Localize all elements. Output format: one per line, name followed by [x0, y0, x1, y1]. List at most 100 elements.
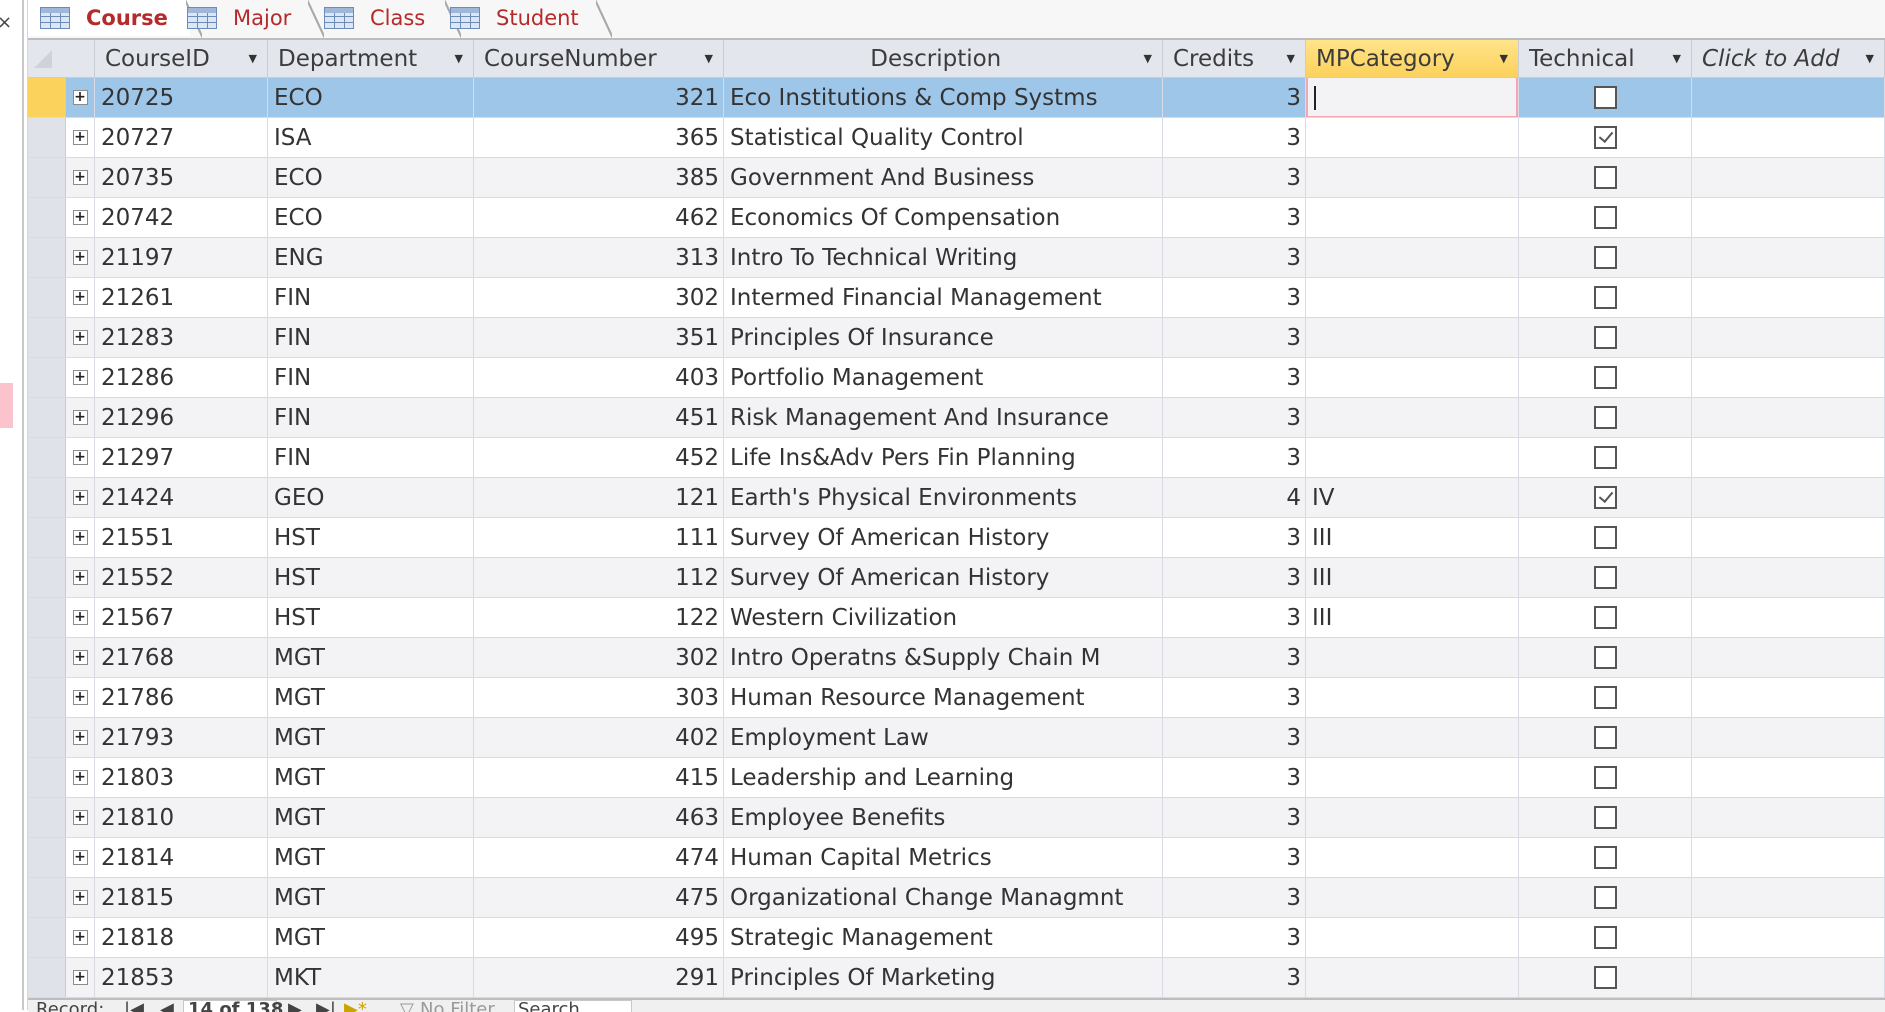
table-row[interactable]: +21551 HST 111 Survey Of American History 3 I…	[28, 518, 1885, 558]
cell-course-number[interactable]: 112	[474, 558, 724, 597]
cell-course-number[interactable]: 403	[474, 358, 724, 397]
cell-mp-category[interactable]: IV	[1306, 478, 1519, 517]
expand-subdatasheet[interactable]: +	[66, 118, 95, 157]
cell-course-id[interactable]: 21768	[95, 638, 268, 677]
table-row[interactable]: +21424 GEO 121 Earth's Physical Environment…	[28, 478, 1885, 518]
record-selector[interactable]	[28, 318, 66, 357]
plus-icon[interactable]: +	[72, 890, 88, 905]
record-selector[interactable]	[28, 118, 66, 157]
cell-course-number[interactable]: 365	[474, 118, 724, 157]
cell-mp-category[interactable]	[1306, 238, 1519, 277]
cell-department[interactable]: MGT	[268, 918, 474, 957]
cell-course-id[interactable]: 21815	[95, 878, 268, 917]
cell-description[interactable]: Statistical Quality Control	[724, 118, 1163, 157]
cell-description[interactable]: Intermed Financial Management	[724, 278, 1163, 317]
cell-course-id[interactable]: 20727	[95, 118, 268, 157]
table-row[interactable]: +21197 ENG 313 Intro To Technical Writing 3	[28, 238, 1885, 278]
cell-mp-category[interactable]	[1306, 358, 1519, 397]
cell-technical[interactable]	[1519, 798, 1692, 837]
table-row[interactable]: +21286 FIN 403 Portfolio Management 3	[28, 358, 1885, 398]
cell-credits[interactable]: 3	[1163, 398, 1306, 437]
cell-technical[interactable]	[1519, 638, 1692, 677]
cell-credits[interactable]: 3	[1163, 758, 1306, 797]
table-row[interactable]: +20735 ECO 385 Government And Business 3	[28, 158, 1885, 198]
cell-technical[interactable]	[1519, 118, 1692, 157]
cell-course-number[interactable]: 462	[474, 198, 724, 237]
expand-subdatasheet[interactable]: +	[66, 438, 95, 477]
table-row[interactable]: +20725 ECO 321 Eco Institutions & Comp Syst…	[28, 78, 1885, 118]
cell-add[interactable]	[1692, 398, 1885, 437]
tab-course[interactable]: Course	[28, 0, 202, 38]
plus-icon[interactable]: +	[72, 530, 88, 545]
cell-mp-category[interactable]	[1306, 718, 1519, 757]
cell-add[interactable]	[1692, 318, 1885, 357]
cell-course-id[interactable]: 21567	[95, 598, 268, 637]
cell-course-number[interactable]: 474	[474, 838, 724, 877]
table-row[interactable]: +21296 FIN 451 Risk Management And Insuranc…	[28, 398, 1885, 438]
expand-subdatasheet[interactable]: +	[66, 158, 95, 197]
cell-technical[interactable]	[1519, 878, 1692, 917]
record-selector[interactable]	[28, 398, 66, 437]
cell-course-number[interactable]: 351	[474, 318, 724, 357]
cell-course-number[interactable]: 385	[474, 158, 724, 197]
cell-technical[interactable]	[1519, 198, 1692, 237]
cell-department[interactable]: ENG	[268, 238, 474, 277]
technical-checkbox[interactable]	[1593, 166, 1617, 189]
cell-description[interactable]: Employee Benefits	[724, 798, 1163, 837]
cell-department[interactable]: MGT	[268, 798, 474, 837]
table-row[interactable]: +21786 MGT 303 Human Resource Management 3	[28, 678, 1885, 718]
table-row[interactable]: +21810 MGT 463 Employee Benefits 3	[28, 798, 1885, 838]
cell-course-id[interactable]: 20735	[95, 158, 268, 197]
table-row[interactable]: +21818 MGT 495 Strategic Management 3	[28, 918, 1885, 958]
close-icon[interactable]: ×	[0, 12, 12, 33]
cell-course-id[interactable]: 21793	[95, 718, 268, 757]
column-header-credits[interactable]: Credits ▼	[1163, 40, 1306, 78]
previous-record-button[interactable]: ◀	[160, 1000, 174, 1012]
cell-course-id[interactable]: 21296	[95, 398, 268, 437]
table-row[interactable]: +21567 HST 122 Western Civilization 3 III	[28, 598, 1885, 638]
cell-department[interactable]: GEO	[268, 478, 474, 517]
cell-credits[interactable]: 3	[1163, 78, 1306, 117]
no-filter-button[interactable]: No Filter	[420, 1000, 495, 1012]
cell-description[interactable]: Survey Of American History	[724, 558, 1163, 597]
cell-course-number[interactable]: 121	[474, 478, 724, 517]
cell-course-number[interactable]: 291	[474, 958, 724, 997]
cell-mp-category[interactable]	[1306, 958, 1519, 997]
cell-description[interactable]: Risk Management And Insurance	[724, 398, 1163, 437]
record-selector[interactable]	[28, 478, 66, 517]
technical-checkbox[interactable]	[1593, 566, 1617, 589]
record-selector[interactable]	[28, 158, 66, 197]
cell-credits[interactable]: 3	[1163, 638, 1306, 677]
table-row[interactable]: +21261 FIN 302 Intermed Financial Managemen…	[28, 278, 1885, 318]
column-header-department[interactable]: Department ▼	[268, 40, 474, 78]
cell-credits[interactable]: 3	[1163, 718, 1306, 757]
cell-description[interactable]: Human Resource Management	[724, 678, 1163, 717]
technical-checkbox[interactable]	[1593, 606, 1617, 629]
cell-credits[interactable]: 3	[1163, 198, 1306, 237]
cell-credits[interactable]: 3	[1163, 958, 1306, 997]
mpcategory-edit-field[interactable]	[1306, 78, 1518, 117]
cell-department[interactable]: MGT	[268, 678, 474, 717]
expand-subdatasheet[interactable]: +	[66, 838, 95, 877]
record-selector[interactable]	[28, 918, 66, 957]
technical-checkbox[interactable]	[1593, 726, 1617, 749]
cell-course-number[interactable]: 122	[474, 598, 724, 637]
cell-add[interactable]	[1692, 718, 1885, 757]
cell-course-id[interactable]: 20742	[95, 198, 268, 237]
cell-add[interactable]	[1692, 438, 1885, 477]
column-header-courseid[interactable]: CourseID ▼	[95, 40, 268, 78]
dropdown-arrow-icon[interactable]: ▼	[705, 52, 713, 65]
cell-department[interactable]: MKT	[268, 958, 474, 997]
cell-description[interactable]: Eco Institutions & Comp Systms	[724, 78, 1163, 117]
dropdown-arrow-icon[interactable]: ▼	[1866, 52, 1874, 65]
cell-mp-category[interactable]	[1306, 878, 1519, 917]
cell-add[interactable]	[1692, 518, 1885, 557]
tab-class[interactable]: Class	[320, 0, 461, 38]
column-header-technical[interactable]: Technical ▼	[1519, 40, 1692, 78]
table-row[interactable]: +21283 FIN 351 Principles Of Insurance 3	[28, 318, 1885, 358]
expand-subdatasheet[interactable]: +	[66, 718, 95, 757]
expand-subdatasheet[interactable]: +	[66, 238, 95, 277]
technical-checkbox[interactable]	[1593, 846, 1617, 869]
dropdown-arrow-icon[interactable]: ▼	[1287, 52, 1295, 65]
cell-technical[interactable]	[1519, 558, 1692, 597]
